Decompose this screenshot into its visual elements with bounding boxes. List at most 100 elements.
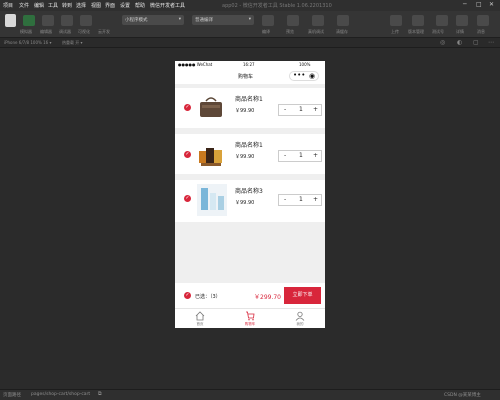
menu-project[interactable]: 项目 (3, 2, 13, 9)
plus-button[interactable]: + (313, 152, 318, 159)
menu-edit[interactable]: 编辑 (34, 2, 44, 9)
minimize-icon[interactable]: ─ (463, 1, 467, 8)
quantity-value: 1 (299, 152, 303, 159)
product-image-snacks (197, 143, 225, 167)
menu-select[interactable]: 选择 (76, 2, 86, 9)
product-name: 商品名称1 (235, 142, 263, 149)
quantity-stepper: - 1 + (278, 104, 322, 116)
menu-bar: 项目 文件 编辑 工具 转到 选择 视图 界面 设置 帮助 微信开发者工具 ap… (0, 0, 500, 11)
menu-view[interactable]: 视图 (91, 2, 101, 9)
debugger-toggle-icon[interactable] (61, 15, 73, 26)
volume-icon[interactable]: ◐ (457, 39, 462, 46)
mode-select-value: 小程序模式 (125, 18, 148, 23)
battery-indicator: 100% (299, 62, 311, 67)
menu-tools[interactable]: 工具 (48, 2, 58, 9)
tab-home-label: 首页 (196, 322, 204, 326)
menu-help[interactable]: 帮助 (135, 2, 145, 9)
minus-button[interactable]: - (284, 106, 286, 113)
maximize-icon[interactable]: □ (476, 1, 482, 8)
editor-toggle-icon[interactable] (42, 15, 54, 26)
product-image-cosmetics (197, 184, 227, 216)
check-icon[interactable]: ✓ (184, 195, 191, 202)
quantity-value: 1 (299, 196, 303, 203)
details-icon[interactable] (456, 15, 468, 26)
visual-toggle-icon[interactable] (80, 15, 92, 26)
menu-interface[interactable]: 界面 (105, 2, 115, 9)
compile-select-value: 普通编译 (195, 18, 213, 23)
chevron-down-icon: ▾ (248, 17, 251, 22)
remote-debug-icon[interactable] (312, 15, 324, 26)
version-icon[interactable] (412, 15, 424, 26)
product-price: ￥99.90 (235, 154, 255, 160)
preview-label: 预览 (286, 29, 294, 34)
preview-icon[interactable] (287, 15, 299, 26)
window-title: app02 - 微信开发者工具 Stable 1.06.2201310 (222, 3, 332, 9)
editor-label: 编辑器 (40, 29, 52, 34)
selected-count: 已选：（3） (195, 294, 221, 300)
upload-icon[interactable] (390, 15, 402, 26)
device-select[interactable]: iPhone 6/7/8 100% 16 ▾ (4, 40, 51, 45)
minus-button[interactable]: - (284, 152, 286, 159)
order-button[interactable]: 立即下单 (284, 287, 321, 304)
quantity-stepper: - 1 + (278, 150, 322, 162)
menu-goto[interactable]: 转到 (62, 2, 72, 9)
plus-button[interactable]: + (313, 106, 318, 113)
debugger-label: 调试器 (59, 29, 71, 34)
signal-indicator: ●●●●● WeChat (178, 62, 213, 67)
simulator-toggle-icon[interactable] (23, 15, 35, 26)
toolbar: 模拟器 编辑器 调试器 可视化 云开发 小程序模式 ▾ 普通编译 ▾ 编译 预览… (0, 11, 500, 38)
mode-select[interactable]: 小程序模式 ▾ (122, 15, 184, 25)
more-icon[interactable]: ⋯ (488, 39, 494, 46)
product-price: ￥99.90 (235, 108, 255, 114)
more-icon[interactable]: ••• (293, 71, 305, 79)
tab-cart-label: 购物车 (244, 322, 256, 326)
phone-status-bar: ●●●●● WeChat 16:27 100% (175, 61, 325, 68)
tab-mine-label: 我的 (296, 322, 304, 326)
cloud-label: 云开发 (98, 29, 110, 34)
menu-file[interactable]: 文件 (19, 2, 29, 9)
check-icon[interactable]: ✓ (184, 151, 191, 158)
page-path[interactable]: pages/shop-cart/shop-cart (31, 392, 90, 397)
bottom-status-bar: 页面路径 pages/shop-cart/shop-cart ⧉ CSDN @某… (0, 389, 500, 400)
test-account-label: 测试号 (432, 29, 444, 34)
tab-mine[interactable]: 我的 (280, 309, 320, 328)
select-all-check-icon[interactable]: ✓ (184, 292, 191, 299)
cart-item: ✓ 商品名称1 ￥99.90 - 1 + (175, 134, 325, 174)
simulator-label: 模拟器 (20, 29, 32, 34)
product-name: 商品名称1 (235, 96, 263, 103)
page-title: 购物车 (238, 74, 254, 80)
compile-icon[interactable] (262, 15, 274, 26)
check-icon[interactable]: ✓ (184, 104, 191, 111)
user-icon (295, 311, 305, 321)
close-icon[interactable]: ✕ (489, 1, 494, 8)
total-price: ￥299.70 (254, 294, 281, 301)
tab-bar: 首页 购物车 我的 (175, 308, 325, 328)
minus-button[interactable]: - (284, 196, 286, 203)
capsule-menu: ••• ◉ (289, 71, 319, 81)
clear-cache-icon[interactable] (337, 15, 349, 26)
home-icon (195, 311, 205, 321)
quantity-stepper: - 1 + (278, 194, 322, 206)
screenshot-icon[interactable]: ▢ (473, 39, 479, 46)
product-image-bag (197, 95, 225, 120)
test-account-icon[interactable] (436, 15, 448, 26)
close-target-icon[interactable]: ◉ (309, 72, 315, 80)
page-path-label: 页面路径 (3, 393, 21, 398)
rotate-icon[interactable]: ◎ (440, 39, 445, 46)
status-time: 16:27 (243, 62, 255, 67)
cart-icon (246, 311, 255, 321)
tab-home[interactable]: 首页 (180, 309, 220, 328)
avatar[interactable] (5, 14, 16, 27)
hotreload-select[interactable]: 热重载 开 ▾ (62, 40, 83, 46)
plus-button[interactable]: + (313, 196, 318, 203)
copy-icon[interactable]: ⧉ (98, 391, 102, 397)
product-price: ￥99.90 (235, 200, 255, 206)
message-icon[interactable] (477, 15, 489, 26)
compile-select[interactable]: 普通编译 ▾ (192, 15, 254, 25)
phone-nav-bar: 购物车 ••• ◉ (175, 68, 325, 84)
compile-label: 编译 (262, 29, 270, 34)
menu-settings[interactable]: 设置 (120, 2, 130, 9)
tab-cart[interactable]: 购物车 (230, 309, 270, 328)
cart-item: ✓ 商品名称3 ￥99.90 - 1 + (175, 180, 325, 222)
menu-devtools[interactable]: 微信开发者工具 (150, 2, 185, 9)
